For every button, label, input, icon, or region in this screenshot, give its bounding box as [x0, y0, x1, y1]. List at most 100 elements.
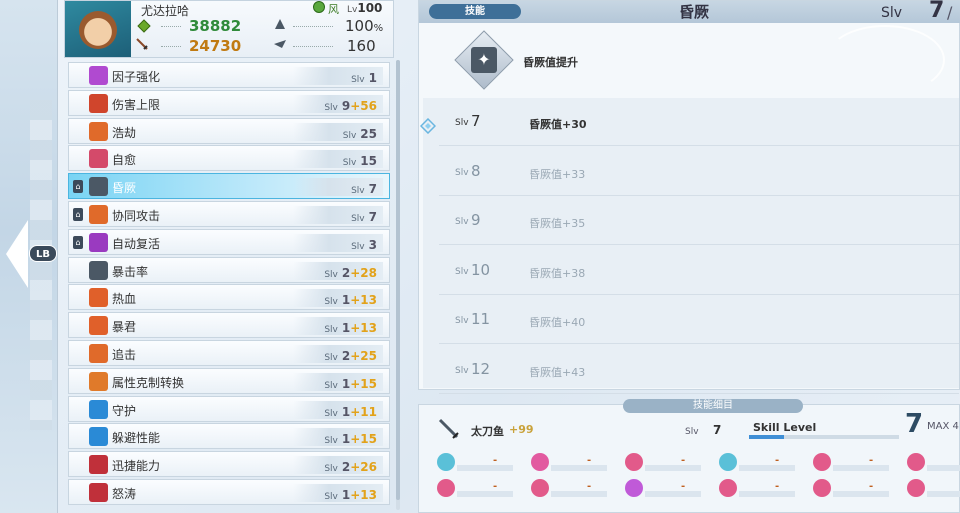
skill-item[interactable]: 浩劫 Slv 25	[68, 117, 390, 144]
summon-bar	[645, 491, 701, 497]
skill-icon	[89, 66, 108, 85]
slv-label: Slv	[351, 241, 365, 252]
level-row-number: 9	[471, 211, 481, 230]
slv-value: 1	[341, 432, 351, 447]
skill-item[interactable]: 因子强化 Slv 1	[68, 62, 390, 88]
skill-name: 昏厥	[112, 181, 137, 196]
slv-label: Slv	[324, 102, 338, 113]
skill-name: 躲避性能	[112, 431, 161, 446]
skill-level-tag: Slv 1+15	[293, 372, 383, 391]
skill-name: 自动复活	[112, 236, 161, 251]
skill-level-tag: Slv 1+13	[293, 317, 383, 336]
character-card[interactable]: 尤达拉哈 风 Lv100 38882 24730 100% 160	[64, 0, 394, 58]
slv-bonus: +15	[350, 376, 377, 391]
slv-bonus: +13	[350, 321, 377, 336]
summon-value: -	[681, 481, 686, 492]
skill-item[interactable]: 暴君 Slv 1+13	[68, 312, 390, 339]
level-row: Slv 7 昏厥值+30	[439, 98, 959, 146]
skill-item[interactable]: ⌂ 昏厥 Slv 7	[68, 173, 390, 200]
level-row-effect: 昏厥值+40	[529, 316, 586, 330]
summon-value: -	[493, 481, 498, 492]
skill-level-tag: Slv 7	[293, 178, 383, 197]
scrollbar-thumb[interactable]	[396, 60, 400, 500]
skill-name: 暴击率	[112, 264, 149, 279]
slv-label: Slv	[351, 186, 365, 197]
skill-icon	[89, 483, 108, 502]
skill-name: 迅捷能力	[112, 459, 161, 474]
skill-item[interactable]: 自愈 Slv 15	[68, 145, 390, 172]
summon-slot: -	[427, 453, 517, 473]
skill-icon	[89, 316, 108, 336]
summon-slot: -	[709, 453, 799, 473]
skill-name: 守护	[112, 403, 137, 418]
level-row-label: Slv	[455, 366, 469, 376]
skill-icon	[89, 149, 108, 169]
category-tab[interactable]: 技能	[429, 4, 521, 19]
skill-item[interactable]: ⌂ 自动复活 Slv 3	[68, 228, 390, 255]
skill-item[interactable]: 伤害上限 Slv 9+56	[68, 89, 390, 116]
skill-icon	[89, 455, 108, 475]
skill-item[interactable]: 热血 Slv 1+13	[68, 284, 390, 311]
summon-slot: -	[427, 479, 517, 499]
summon-bar	[739, 491, 795, 497]
summon-slot: -	[521, 453, 611, 473]
skill-item[interactable]: ⌂ 协同攻击 Slv 7	[68, 201, 390, 227]
skill-icon	[89, 371, 108, 391]
slv-value: 2	[341, 460, 351, 475]
weapon-bonus: +99	[509, 423, 534, 436]
skill-list-scrollbar[interactable]	[396, 60, 400, 510]
wind-element-icon	[313, 1, 325, 13]
slv-label: Slv	[351, 75, 365, 85]
previous-arrow-icon[interactable]	[6, 220, 28, 288]
lb-button[interactable]: LB	[29, 245, 57, 262]
character-name: 尤达拉哈	[141, 4, 190, 18]
skill-name: 怒涛	[112, 487, 137, 501]
summon-slot: -	[521, 479, 611, 499]
crit-divider	[293, 26, 333, 27]
summon-value: -	[587, 455, 592, 466]
summon-value: -	[681, 455, 686, 466]
level-row-label: Slv	[455, 217, 469, 228]
skill-level-tag: Slv 2+28	[293, 261, 383, 280]
skill-name: 协同攻击	[112, 209, 161, 223]
summon-slot: -	[897, 453, 960, 473]
skill-item[interactable]: 暴击率 Slv 2+28	[68, 256, 390, 283]
skill-name: 浩劫	[112, 125, 137, 140]
slv-label: Slv	[324, 436, 338, 447]
skill-icon	[89, 93, 108, 113]
slv-bonus: +25	[350, 349, 377, 363]
level-row-number: 11	[471, 310, 491, 329]
summon-slot: -	[709, 479, 799, 499]
summon-icon	[531, 479, 549, 497]
slv-value: 1	[341, 293, 351, 308]
left-decoration	[30, 100, 52, 430]
detail-header: 技能 昏厥 Slv 7 /	[419, 0, 960, 23]
detail-slv-value: 7	[929, 0, 945, 23]
skill-icon	[89, 260, 108, 280]
skill-item[interactable]: 怒涛 Slv 1+13	[68, 479, 390, 505]
skill-icon	[89, 121, 108, 141]
summon-value: -	[869, 481, 874, 492]
skill-icon	[89, 177, 108, 197]
slv-value: 1	[368, 71, 377, 85]
skill-level-max: MAX 4	[927, 421, 959, 432]
slv-label: Slv	[324, 325, 338, 336]
level-row-label: Slv	[455, 167, 469, 178]
skill-level-tag: Slv 1+13	[293, 484, 383, 502]
lock-icon: ⌂	[73, 180, 83, 194]
skill-item[interactable]: 躲避性能 Slv 1+15	[68, 423, 390, 450]
skill-item[interactable]: 属性克制转换 Slv 1+15	[68, 367, 390, 394]
slv-value: 2	[341, 349, 351, 363]
slv-value: 7	[368, 182, 377, 197]
summon-bar	[927, 491, 960, 497]
slv-bonus: +13	[350, 293, 377, 308]
lock-icon: ⌂	[73, 208, 83, 221]
skill-name: 追击	[112, 348, 137, 362]
skill-item[interactable]: 迅捷能力 Slv 2+26	[68, 451, 390, 478]
skill-description: 昏厥值提升	[523, 56, 578, 69]
element-label: 风	[328, 3, 339, 16]
level-row-number: 10	[471, 260, 491, 279]
skill-item[interactable]: 守护 Slv 1+11	[68, 395, 390, 422]
skill-item[interactable]: 追击 Slv 2+25	[68, 340, 390, 366]
skill-level-fill	[749, 435, 784, 439]
